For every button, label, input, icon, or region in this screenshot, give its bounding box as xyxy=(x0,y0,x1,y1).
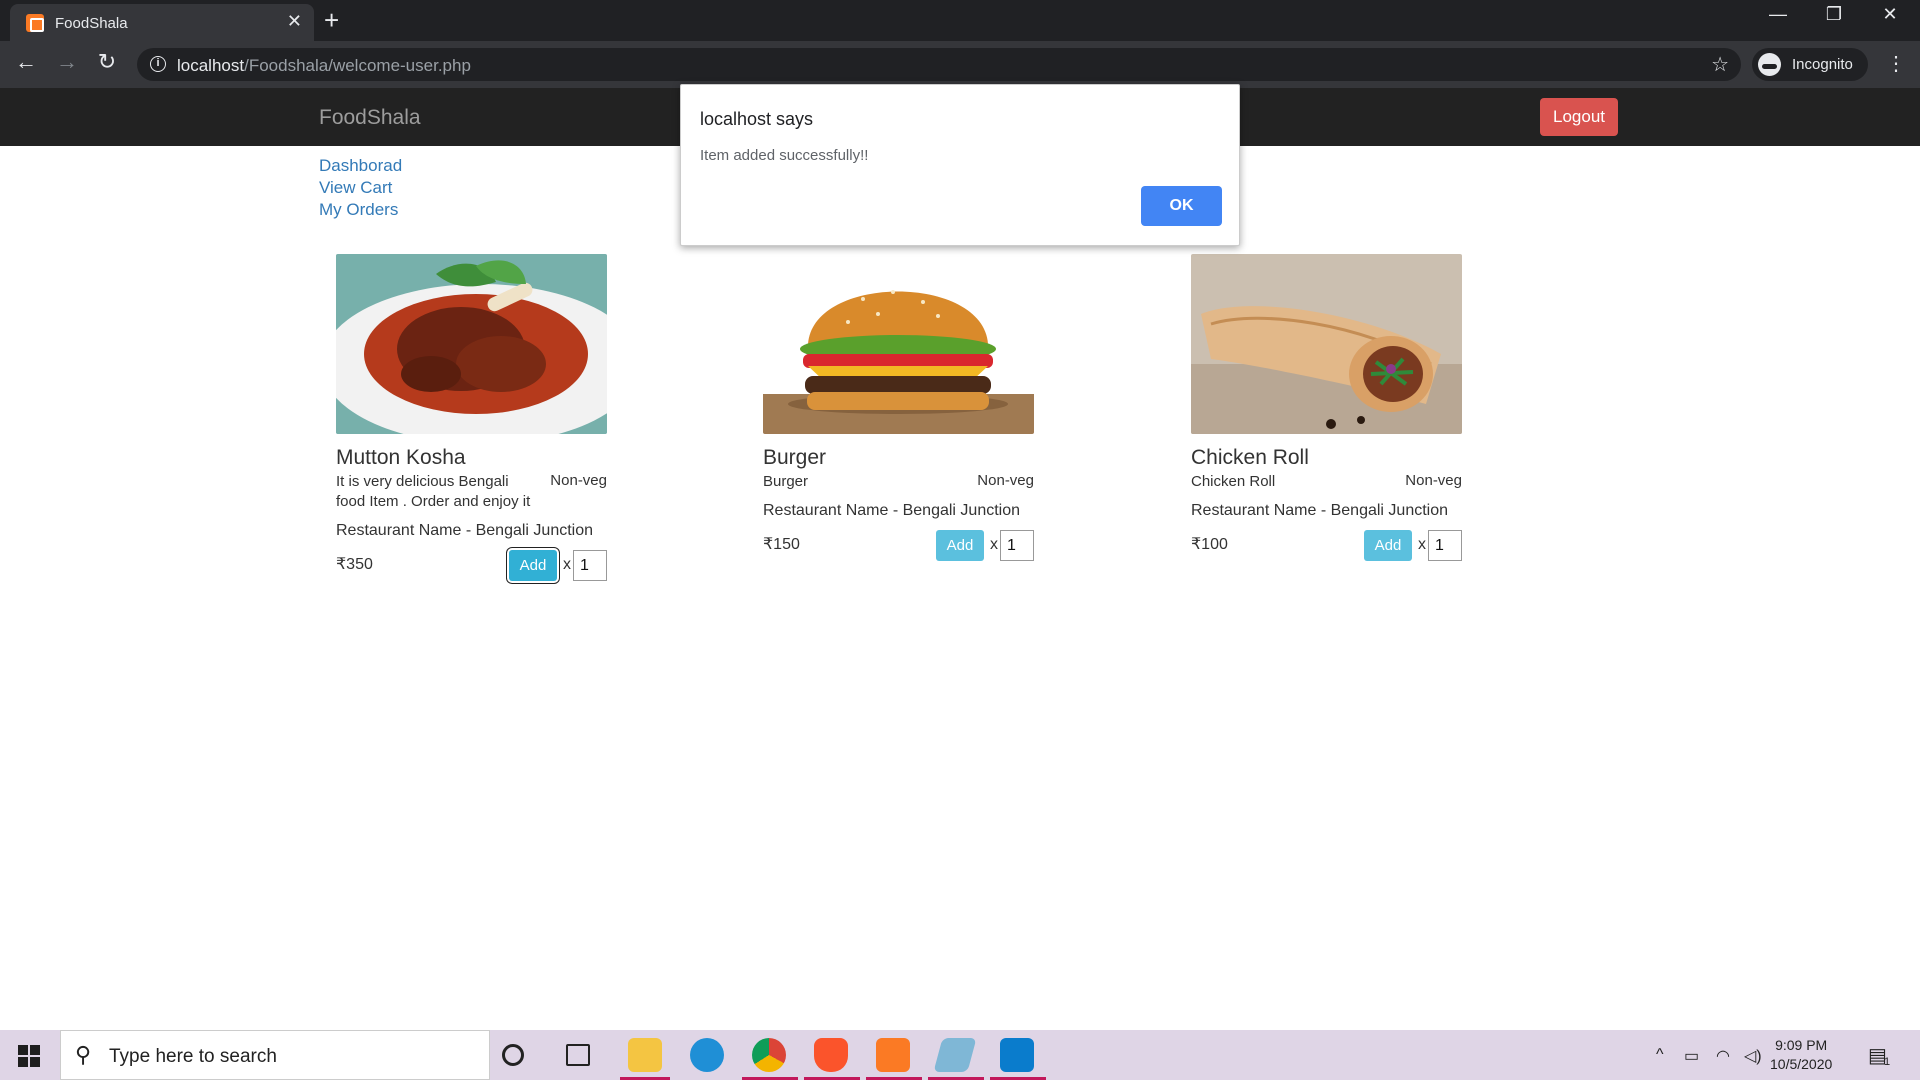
food-card: Mutton Kosha It is very delicious Bengal… xyxy=(336,254,607,584)
add-to-cart-button[interactable]: Add xyxy=(936,530,984,561)
item-type: Non-veg xyxy=(1405,472,1462,489)
tab-title: FoodShala xyxy=(55,15,128,32)
item-price: ₹100 xyxy=(1191,536,1228,553)
chicken-roll-image xyxy=(1191,254,1462,434)
dialog-message: Item added successfully!! xyxy=(700,147,869,164)
clock[interactable]: 9:09 PM 10/5/2020 xyxy=(1770,1036,1832,1074)
chrome-icon[interactable] xyxy=(752,1038,786,1072)
file-explorer-icon[interactable] xyxy=(628,1038,662,1072)
browser-menu-icon[interactable]: ⋮ xyxy=(1886,51,1906,76)
dialog-title: localhost says xyxy=(700,109,814,129)
add-to-cart-button[interactable]: Add xyxy=(509,550,557,581)
incognito-badge[interactable]: Incognito xyxy=(1752,48,1868,81)
search-placeholder: Type here to search xyxy=(109,1046,277,1067)
xampp-icon[interactable] xyxy=(876,1038,910,1072)
clock-date: 10/5/2020 xyxy=(1770,1056,1833,1072)
windows-start-icon[interactable] xyxy=(18,1045,40,1067)
quantity-input[interactable]: 1 xyxy=(1428,530,1462,561)
cortana-icon[interactable] xyxy=(502,1044,524,1066)
browser-tab[interactable]: FoodShala ✕ xyxy=(10,4,314,41)
url-path: /Foodshala/welcome-user.php xyxy=(244,56,471,75)
url-text: localhost/Foodshala/welcome-user.php xyxy=(177,56,471,76)
show-hidden-icons-icon[interactable]: ^ xyxy=(1656,1046,1664,1064)
view-cart-link[interactable]: View Cart xyxy=(319,177,402,199)
url-host: localhost xyxy=(177,56,245,75)
taskbar: ⚲ Type here to search ^ ▭ ◠ ◁) 9:09 PM 1… xyxy=(0,1030,1920,1080)
edge-icon[interactable] xyxy=(690,1038,724,1072)
incognito-icon xyxy=(1758,53,1781,76)
food-card: Chicken Roll Chicken Roll Non-veg Restau… xyxy=(1191,254,1462,564)
item-details: Chicken Roll Non-veg xyxy=(1191,472,1462,492)
item-price: ₹150 xyxy=(763,536,800,553)
incognito-label: Incognito xyxy=(1792,56,1853,73)
item-name: Burger xyxy=(763,446,827,469)
quantity-input[interactable]: 1 xyxy=(573,550,607,581)
my-orders-link[interactable]: My Orders xyxy=(319,199,402,221)
vscode-icon[interactable] xyxy=(1000,1038,1034,1072)
item-type: Non-veg xyxy=(977,472,1034,489)
mutton-kosha-image xyxy=(336,254,607,434)
quantity-input[interactable]: 1 xyxy=(1000,530,1034,561)
address-bar[interactable]: i localhost/Foodshala/welcome-user.php ☆ xyxy=(137,48,1741,81)
item-name: Mutton Kosha xyxy=(336,446,466,469)
new-tab-icon[interactable]: + xyxy=(324,5,339,36)
volume-icon[interactable]: ◁) xyxy=(1744,1046,1762,1066)
order-row: ₹350 Add x 1 xyxy=(336,550,607,584)
restaurant-name: Restaurant Name - Bengali Junction xyxy=(336,522,594,539)
user-links: Dashborad View Cart My Orders xyxy=(319,155,402,221)
bookmark-star-icon[interactable]: ☆ xyxy=(1711,52,1729,77)
taskbar-search-box[interactable]: ⚲ Type here to search xyxy=(60,1030,490,1080)
item-price: ₹350 xyxy=(336,556,373,573)
restore-icon[interactable]: ❐ xyxy=(1806,4,1862,25)
search-icon: ⚲ xyxy=(75,1042,92,1067)
add-to-cart-button[interactable]: Add xyxy=(1364,530,1412,561)
task-view-icon[interactable] xyxy=(566,1044,590,1066)
restaurant-name: Restaurant Name - Bengali Junction xyxy=(763,502,1021,519)
item-name: Chicken Roll xyxy=(1191,446,1309,469)
item-description: It is very delicious Bengali food Item .… xyxy=(336,473,531,510)
burger-image xyxy=(763,254,1034,434)
item-type: Non-veg xyxy=(550,472,607,489)
brave-icon[interactable] xyxy=(814,1038,848,1072)
item-details: It is very delicious Bengali food Item .… xyxy=(336,472,607,512)
browser-tab-strip: FoodShala ✕ + — ❐ ✕ xyxy=(0,0,1920,41)
notepad-icon[interactable] xyxy=(933,1038,977,1072)
reload-icon[interactable]: ↻ xyxy=(91,49,123,75)
alert-dialog: localhost says Item added successfully!!… xyxy=(680,84,1240,246)
notification-count: 1 xyxy=(1884,1056,1891,1068)
forward-icon[interactable]: → xyxy=(51,49,83,75)
item-details: Burger Non-veg xyxy=(763,472,1034,492)
order-row: ₹100 Add x 1 xyxy=(1191,530,1462,564)
logout-button[interactable]: Logout xyxy=(1540,98,1618,136)
clock-time: 9:09 PM xyxy=(1775,1037,1828,1053)
wifi-icon[interactable]: ◠ xyxy=(1716,1046,1730,1066)
close-window-icon[interactable]: ✕ xyxy=(1862,4,1918,25)
food-card: Burger Burger Non-veg Restaurant Name - … xyxy=(763,254,1034,564)
brand[interactable]: FoodShala xyxy=(319,106,421,130)
tab-close-icon[interactable]: ✕ xyxy=(287,11,302,32)
battery-icon[interactable]: ▭ xyxy=(1684,1046,1699,1066)
item-description: Burger xyxy=(763,473,809,490)
times-sign: x xyxy=(1418,536,1426,553)
browser-toolbar: ← → ↻ i localhost/Foodshala/welcome-user… xyxy=(0,41,1920,88)
dashboard-link[interactable]: Dashborad xyxy=(319,155,402,177)
times-sign: x xyxy=(990,536,998,553)
minimize-icon[interactable]: — xyxy=(1750,4,1806,25)
item-description: Chicken Roll xyxy=(1191,473,1276,490)
screen: FoodShala ✕ + — ❐ ✕ ← → ↻ i localhost/Fo… xyxy=(0,0,1920,1080)
dialog-ok-button[interactable]: OK xyxy=(1141,186,1222,226)
order-row: ₹150 Add x 1 xyxy=(763,530,1034,564)
site-info-icon[interactable]: i xyxy=(150,56,166,72)
xampp-favicon-icon xyxy=(26,14,44,32)
times-sign: x xyxy=(563,556,571,573)
restaurant-name: Restaurant Name - Bengali Junction xyxy=(1191,502,1449,519)
back-icon[interactable]: ← xyxy=(10,49,42,75)
